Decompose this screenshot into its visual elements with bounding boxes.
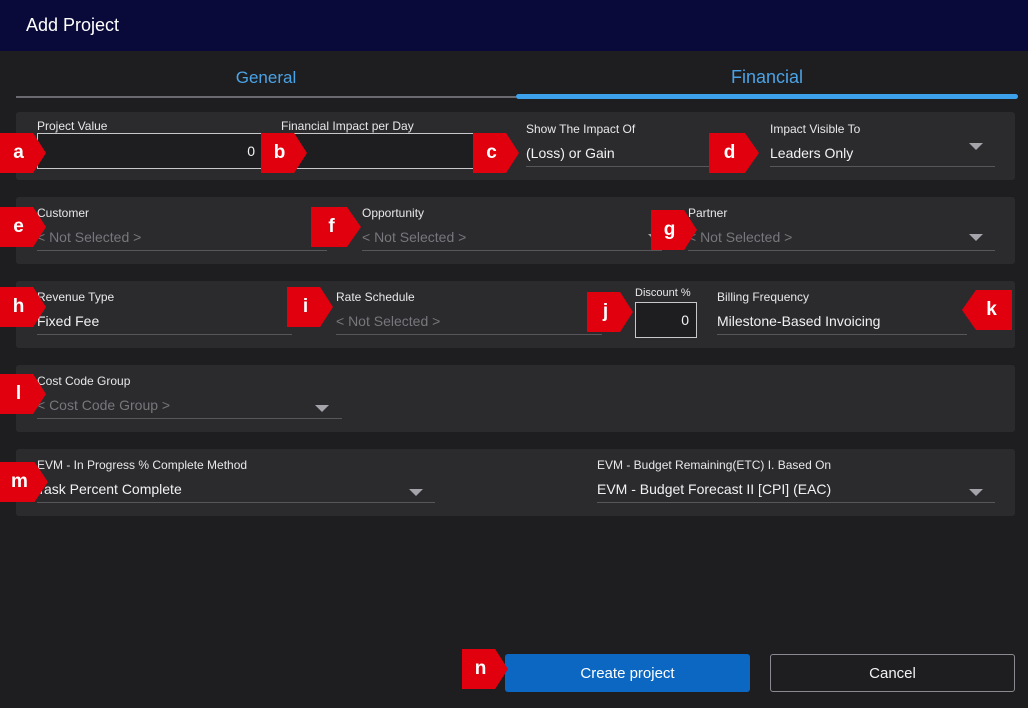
cost-code-group-underline xyxy=(37,418,342,419)
billing-frequency-underline xyxy=(717,334,967,335)
relations-section: Customer < Not Selected > Opportunity < … xyxy=(16,197,1015,264)
evm-budget-select[interactable]: EVM - Budget Remaining(ETC) I. Based On … xyxy=(597,458,995,504)
evm-method-underline xyxy=(37,502,435,503)
opportunity-value: < Not Selected > xyxy=(362,229,467,245)
opportunity-label: Opportunity xyxy=(362,206,425,220)
project-value-field: Project Value 0 xyxy=(37,119,263,171)
financial-impact-field: Financial Impact per Day xyxy=(281,119,496,171)
opportunity-underline xyxy=(362,250,662,251)
impact-section: Project Value 0 Financial Impact per Day… xyxy=(16,112,1015,180)
discount-field: Discount % 0 xyxy=(635,287,697,339)
cost-code-group-value: < Cost Code Group > xyxy=(37,397,171,413)
customer-label: Customer xyxy=(37,206,90,220)
show-impact-value: (Loss) or Gain xyxy=(526,145,615,161)
tab-general[interactable]: General xyxy=(16,56,516,102)
cost-code-group-select[interactable]: Cost Code Group < Cost Code Group > xyxy=(37,374,342,420)
tab-financial-active-indicator xyxy=(516,94,1018,99)
revenue-type-select[interactable]: Revenue Type Fixed Fee xyxy=(37,290,292,336)
tab-bar: General Financial xyxy=(16,56,1018,102)
create-project-button[interactable]: Create project xyxy=(505,654,750,692)
evm-budget-underline xyxy=(597,502,995,503)
impact-visible-label: Impact Visible To xyxy=(770,122,861,136)
evm-method-label: EVM - In Progress % Complete Method xyxy=(37,458,248,472)
rate-schedule-underline xyxy=(336,334,602,335)
dialog-title: Add Project xyxy=(26,15,120,35)
show-impact-label: Show The Impact Of xyxy=(526,122,636,136)
tab-financial-label: Financial xyxy=(730,67,804,87)
billing-frequency-select[interactable]: Billing Frequency Milestone-Based Invoic… xyxy=(717,290,967,336)
revenue-section: Revenue Type Fixed Fee Rate Schedule < N… xyxy=(16,281,1015,348)
rate-schedule-label: Rate Schedule xyxy=(336,290,415,304)
tab-general-underline xyxy=(16,96,516,98)
billing-frequency-label: Billing Frequency xyxy=(717,290,810,304)
impact-visible-value: Leaders Only xyxy=(770,145,854,161)
partner-underline xyxy=(688,250,995,251)
chevron-down-icon xyxy=(315,405,329,412)
show-impact-field[interactable]: Show The Impact Of (Loss) or Gain xyxy=(526,122,726,168)
rate-schedule-select[interactable]: Rate Schedule < Not Selected > xyxy=(336,290,602,336)
evm-method-value: Task Percent Complete xyxy=(37,481,182,497)
chevron-down-icon xyxy=(969,489,983,496)
cost-code-group-label: Cost Code Group xyxy=(37,374,131,388)
financial-impact-label: Financial Impact per Day xyxy=(281,119,414,133)
chevron-down-icon xyxy=(409,489,423,496)
cancel-button[interactable]: Cancel xyxy=(770,654,1015,692)
financial-impact-input[interactable] xyxy=(281,133,496,169)
title-bar: Add Project xyxy=(0,0,1028,51)
customer-value: < Not Selected > xyxy=(37,229,142,245)
partner-select[interactable]: Partner < Not Selected > xyxy=(688,206,995,252)
cost-code-section: Cost Code Group < Cost Code Group > xyxy=(16,365,1015,432)
partner-value: < Not Selected > xyxy=(688,229,793,245)
evm-method-select[interactable]: EVM - In Progress % Complete Method Task… xyxy=(37,458,435,504)
impact-visible-select[interactable]: Impact Visible To Leaders Only xyxy=(770,122,995,168)
tab-general-label: General xyxy=(235,68,297,87)
tab-financial[interactable]: Financial xyxy=(516,56,1018,102)
customer-select[interactable]: Customer < Not Selected > xyxy=(37,206,327,252)
project-value-input[interactable]: 0 xyxy=(37,133,263,169)
chevron-down-icon xyxy=(969,234,983,241)
revenue-type-value: Fixed Fee xyxy=(37,313,100,329)
partner-label: Partner xyxy=(688,206,728,220)
chevron-down-icon xyxy=(969,143,983,150)
revenue-type-label: Revenue Type xyxy=(37,290,115,304)
evm-section: EVM - In Progress % Complete Method Task… xyxy=(16,449,1015,516)
billing-frequency-value: Milestone-Based Invoicing xyxy=(717,313,881,329)
opportunity-select[interactable]: Opportunity < Not Selected > xyxy=(362,206,662,252)
customer-underline xyxy=(37,250,327,251)
discount-input[interactable]: 0 xyxy=(635,302,697,338)
project-value-label: Project Value xyxy=(37,119,108,133)
revenue-type-underline xyxy=(37,334,292,335)
annotation-marker-n: n xyxy=(462,649,508,689)
impact-visible-underline xyxy=(770,166,995,167)
show-impact-underline xyxy=(526,166,726,167)
evm-budget-label: EVM - Budget Remaining(ETC) I. Based On xyxy=(597,458,832,472)
rate-schedule-value: < Not Selected > xyxy=(336,313,441,329)
evm-budget-value: EVM - Budget Forecast II [CPI] (EAC) xyxy=(597,481,832,497)
discount-label: Discount % xyxy=(635,287,691,299)
